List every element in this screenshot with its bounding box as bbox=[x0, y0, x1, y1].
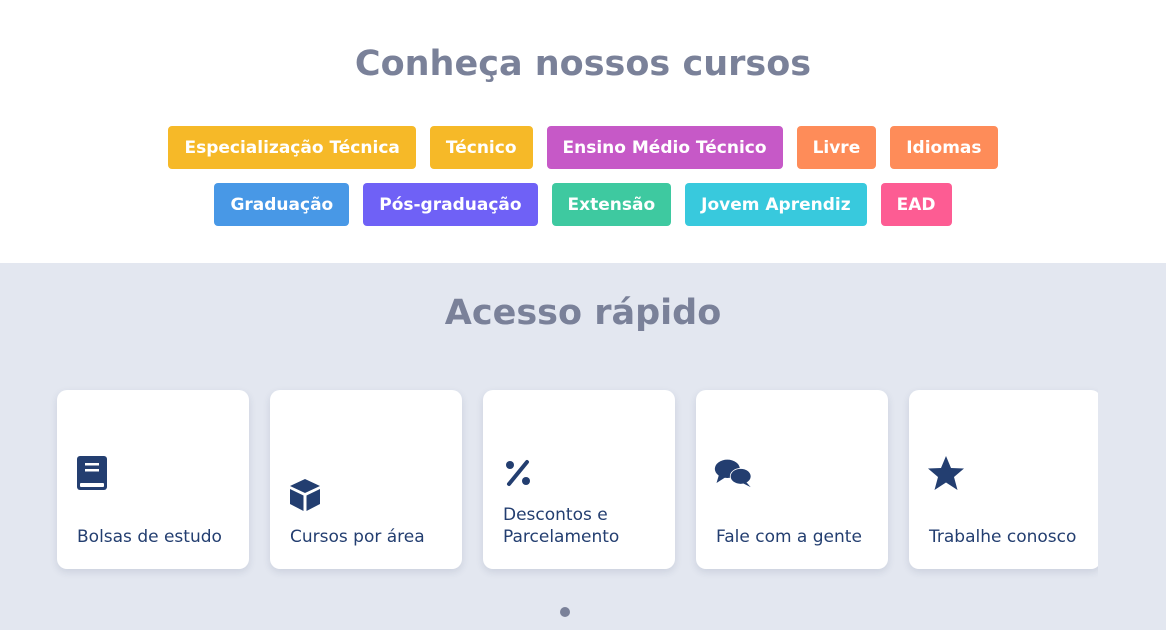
chip-pos-graduacao[interactable]: Pós-graduação bbox=[363, 183, 538, 226]
chip-extensao[interactable]: Extensão bbox=[551, 183, 672, 226]
chip-jovem-aprendiz[interactable]: Jovem Aprendiz bbox=[685, 183, 867, 226]
quick-access-carousel: Bolsas de estudo Cursos por área Descont… bbox=[50, 383, 1098, 583]
quick-access-title: Acesso rápido bbox=[444, 293, 722, 333]
chip-livre[interactable]: Livre bbox=[796, 126, 877, 169]
card-label: Bolsas de estudo bbox=[77, 527, 222, 547]
courses-title: Conheça nossos cursos bbox=[354, 44, 812, 84]
card-label: Trabalhe conosco bbox=[929, 527, 1077, 547]
courses-section: Conheça nossos cursos Especialização Téc… bbox=[0, 0, 1166, 263]
cube-icon bbox=[288, 475, 328, 515]
card-bolsas-de-estudo[interactable]: Bolsas de estudo bbox=[57, 390, 249, 569]
chip-idiomas[interactable]: Idiomas bbox=[890, 126, 998, 169]
card-fale-com-a-gente[interactable]: Fale com a gente bbox=[696, 390, 888, 569]
course-chips-row-2: Graduação Pós-graduação Extensão Jovem A… bbox=[0, 183, 1166, 226]
carousel-dot[interactable] bbox=[560, 607, 570, 617]
course-chips-row-1: Especialização Técnica Técnico Ensino Mé… bbox=[0, 126, 1166, 169]
chip-graduacao[interactable]: Graduação bbox=[214, 183, 350, 226]
card-label: Cursos por área bbox=[290, 527, 425, 547]
chip-ead[interactable]: EAD bbox=[880, 183, 952, 226]
card-cursos-por-area[interactable]: Cursos por área bbox=[270, 390, 462, 569]
star-icon bbox=[927, 453, 967, 493]
chip-especializacao-tecnica[interactable]: Especialização Técnica bbox=[168, 126, 416, 169]
chip-tecnico[interactable]: Técnico bbox=[429, 126, 533, 169]
book-icon bbox=[75, 453, 115, 493]
chip-ensino-medio-tecnico[interactable]: Ensino Médio Técnico bbox=[546, 126, 783, 169]
chat-bubbles-icon bbox=[714, 453, 754, 493]
percent-icon bbox=[501, 453, 541, 493]
card-trabalhe-conosco[interactable]: Trabalhe conosco bbox=[909, 390, 1098, 569]
quick-access-section: Acesso rápido Bolsas de estudo Cursos po… bbox=[0, 263, 1166, 630]
card-label: Fale com a gente bbox=[716, 527, 862, 547]
card-descontos-e-parcelamento[interactable]: Descontos e Parcelamento bbox=[483, 390, 675, 569]
card-label: Descontos e Parcelamento bbox=[503, 505, 620, 547]
